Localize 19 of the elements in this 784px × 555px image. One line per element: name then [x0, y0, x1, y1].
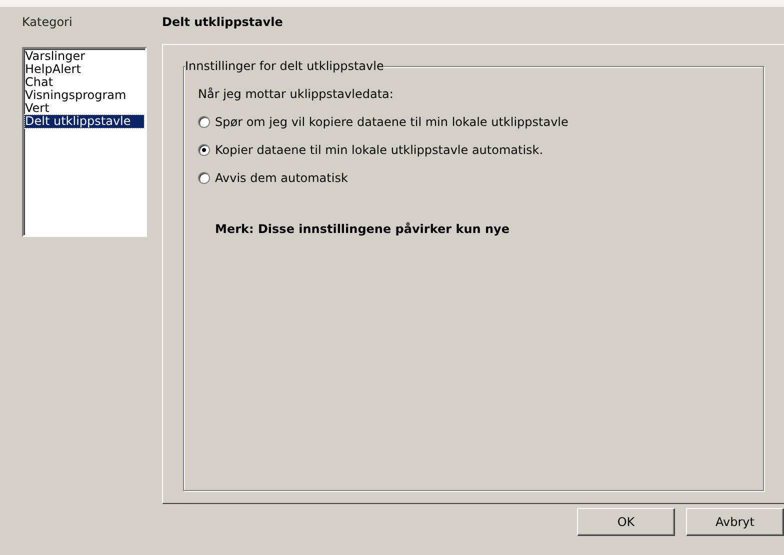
radio-option[interactable]: Kopier dataene til min lokale utklippstavle automatisk.	[198, 142, 544, 158]
category-item[interactable]: Varslinger	[25, 50, 144, 63]
radio-option[interactable]: Avvis dem automatisk	[198, 170, 348, 186]
dialog-button[interactable]: Avbryt	[686, 508, 784, 536]
category-label: Kategori	[22, 14, 74, 31]
category-item[interactable]: Chat	[25, 76, 144, 89]
radio-button[interactable]	[198, 116, 210, 128]
radio-option[interactable]: Spør om jeg vil kopiere dataene til min lokale utklippstavle	[198, 114, 568, 130]
radio-button[interactable]	[198, 144, 210, 156]
category-item[interactable]: Delt utklippstavle	[25, 115, 144, 128]
dialog-button[interactable]: OK	[577, 508, 675, 536]
radio-button[interactable]	[198, 172, 210, 184]
prompt-text: Når jeg mottar uklippstavledata:	[198, 86, 394, 102]
category-item[interactable]: HelpAlert	[25, 63, 144, 76]
note-text: Merk: Disse innstillingene påvirker kun nye	[215, 221, 510, 237]
category-item[interactable]: Visningsprogram	[25, 89, 144, 102]
group-title: Innstillinger for delt utklippstavle	[185, 59, 384, 73]
category-item[interactable]: Vert	[25, 102, 144, 115]
page-title: Delt utklippstavle	[162, 14, 284, 31]
